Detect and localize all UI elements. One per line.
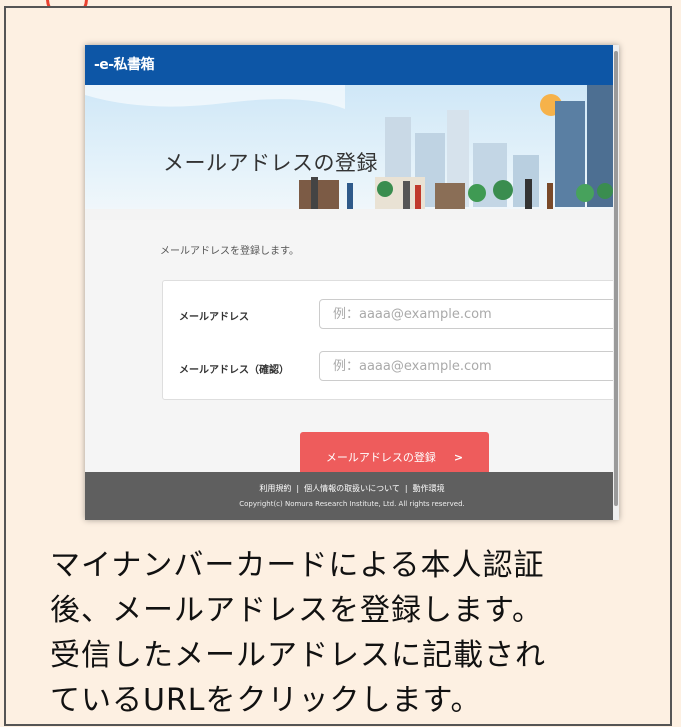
intro-text: メールアドレスを登録します。 bbox=[160, 246, 299, 257]
app-logo[interactable]: -e-私書箱 bbox=[94, 54, 155, 74]
email-confirm-label: メールアドレス（確認） bbox=[179, 365, 289, 376]
footer-link-terms[interactable]: 利用規約 bbox=[259, 484, 291, 493]
footer-link-environment[interactable]: 動作環境 bbox=[413, 484, 445, 493]
footer-links: 利用規約 | 個人情報の取扱いについて | 動作環境 bbox=[85, 483, 619, 494]
app-header: -e-私書箱 bbox=[85, 45, 619, 85]
chevron-right-icon: > bbox=[453, 451, 464, 464]
scrollbar-thumb[interactable] bbox=[614, 51, 618, 506]
scrollbar[interactable] bbox=[613, 45, 619, 520]
caption-line: ているURLをクリックします。 bbox=[50, 683, 482, 718]
instruction-caption: マイナンバーカードによる本人認証 後、メールアドレスを登録します。 受信したメー… bbox=[50, 543, 660, 723]
caption-line: 受信したメールアドレスに記載され bbox=[50, 638, 546, 673]
footer-separator: | bbox=[404, 484, 408, 493]
instruction-frame: -e-私書箱 メールアドレスの登録 メールアドレスを登録します。 メールアドレス… bbox=[4, 6, 672, 726]
footer-link-privacy[interactable]: 個人情報の取扱いについて bbox=[304, 484, 400, 493]
page-banner: メールアドレスの登録 bbox=[85, 85, 619, 220]
caption-line: マイナンバーカードによる本人認証 bbox=[50, 548, 545, 583]
main-content: メールアドレスを登録します。 メールアドレス メールアドレス（確認） メールアド… bbox=[85, 220, 619, 482]
app-screenshot: -e-私書箱 メールアドレスの登録 メールアドレスを登録します。 メールアドレス… bbox=[85, 45, 619, 520]
page-title: メールアドレスの登録 bbox=[163, 151, 378, 175]
email-input[interactable] bbox=[319, 299, 619, 329]
app-footer: 利用規約 | 個人情報の取扱いについて | 動作環境 Copyright(c) Nomu… bbox=[85, 472, 619, 520]
email-confirm-input[interactable] bbox=[319, 351, 619, 381]
caption-line: 後、メールアドレスを登録します。 bbox=[50, 593, 543, 628]
email-label: メールアドレス bbox=[179, 312, 249, 323]
email-form: メールアドレス メールアドレス（確認） bbox=[162, 280, 619, 400]
register-email-button-label: メールアドレスの登録 bbox=[325, 451, 436, 464]
footer-separator: | bbox=[296, 484, 300, 493]
footer-copyright: Copyright(c) Nomura Research Institute, … bbox=[239, 500, 465, 508]
